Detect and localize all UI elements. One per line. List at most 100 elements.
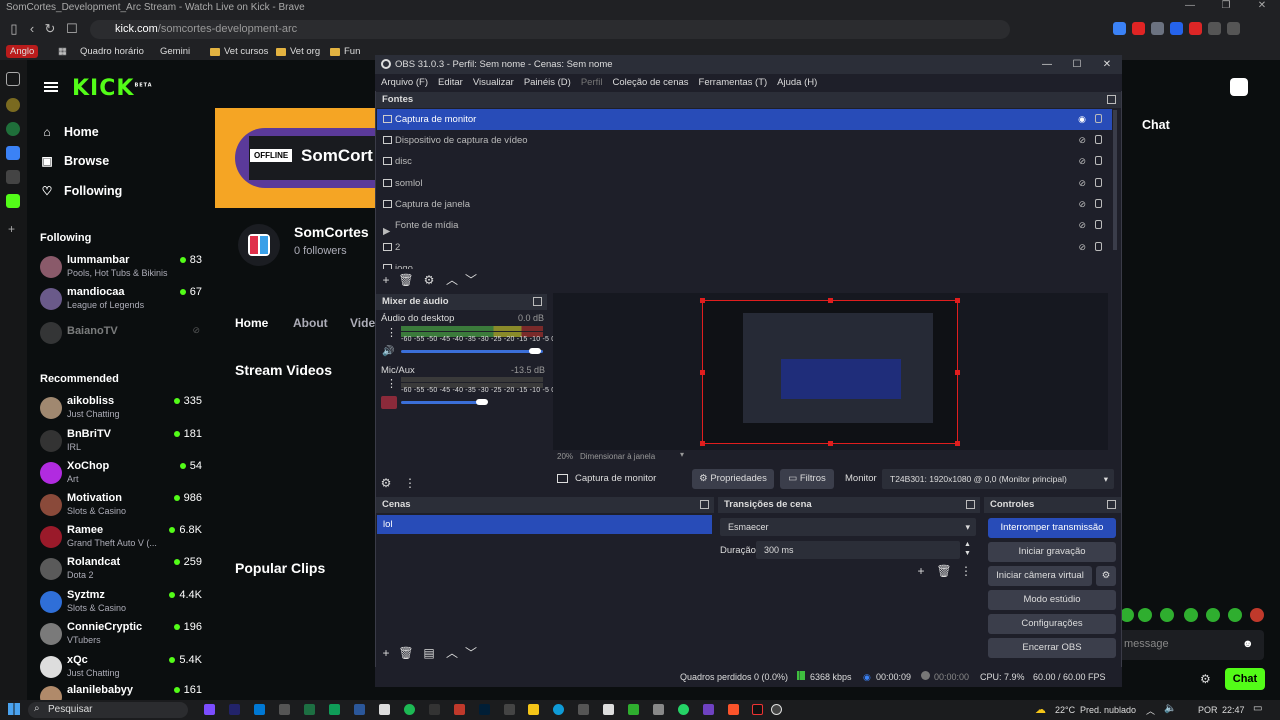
recommended-item[interactable]: aikobliss Just Chatting 335 [40, 395, 202, 425]
speaker-icon[interactable]: 🔊 [382, 346, 394, 357]
restore-icon[interactable]: ❐ [1208, 0, 1244, 16]
menu-visualizar[interactable]: Visualizar [473, 74, 514, 91]
notepad-icon[interactable] [379, 704, 390, 715]
move-down-icon[interactable]: ﹀ [463, 272, 479, 288]
bookmark-item[interactable]: Gemini [160, 45, 190, 58]
menu-ajuda[interactable]: Ajuda (H) [777, 74, 817, 91]
menu-arquivo[interactable]: Arquivo (F) [381, 74, 428, 91]
recommended-item[interactable]: BnBriTV IRL 181 [40, 428, 202, 458]
undock-icon[interactable] [1107, 500, 1116, 509]
lock-icon[interactable] [1095, 220, 1102, 229]
notification-icon[interactable]: ▭ [1253, 703, 1262, 714]
emote-icon[interactable] [1120, 608, 1134, 622]
whatsapp-icon[interactable] [678, 704, 689, 715]
app-icon[interactable] [578, 704, 589, 715]
clock[interactable]: 22:47 [1222, 705, 1245, 715]
sidebar-panel-icon[interactable] [6, 72, 20, 86]
app-icon[interactable] [628, 704, 639, 715]
minimize-icon[interactable]: — [1032, 55, 1062, 74]
add-transition-icon[interactable]: + [913, 563, 929, 579]
recommended-item[interactable]: xQc Just Chatting 5.4K [40, 654, 202, 684]
resize-handle[interactable] [955, 298, 960, 303]
source-item[interactable]: Captura de monitor ◉ [377, 109, 1112, 130]
minimize-icon[interactable]: — [1172, 0, 1208, 16]
sources-scrollbar[interactable] [1113, 110, 1117, 250]
undock-icon[interactable] [1107, 95, 1116, 104]
bookmark-item[interactable]: Vet org [276, 45, 320, 58]
spotify-icon[interactable] [404, 704, 415, 715]
emote-icon[interactable] [1228, 608, 1242, 622]
undock-icon[interactable] [533, 297, 542, 306]
back-icon[interactable]: ‹ [24, 21, 40, 37]
emote-icon[interactable] [1138, 608, 1152, 622]
menu-perfil[interactable]: Perfil [581, 74, 603, 91]
add-icon[interactable]: + [8, 222, 15, 236]
recommended-item[interactable]: Rolandcat Dota 2 259 [40, 556, 202, 586]
lock-icon[interactable] [1095, 199, 1102, 208]
reload-icon[interactable]: ↻ [42, 21, 58, 37]
app-icon[interactable] [6, 170, 20, 184]
close-icon[interactable]: ✕ [1092, 55, 1122, 74]
excel-icon[interactable] [304, 704, 315, 715]
extension-icon[interactable] [1151, 22, 1164, 35]
emote-icon[interactable] [1184, 608, 1198, 622]
app-icon[interactable] [279, 704, 290, 715]
outlook-icon[interactable] [254, 704, 265, 715]
bookmark-item[interactable]: Quadro horário [80, 45, 144, 58]
scene-filter-icon[interactable]: ▤ [421, 645, 437, 661]
app-icon[interactable] [653, 704, 664, 715]
nav-following[interactable]: ♡ Following [40, 184, 123, 198]
puzzle-icon[interactable] [1208, 22, 1221, 35]
resize-handle[interactable] [828, 441, 833, 446]
remove-scene-icon[interactable]: 🗑 [398, 645, 414, 661]
profile-badge[interactable]: Anglo [6, 45, 39, 58]
menu-icon[interactable] [1227, 22, 1240, 35]
properties-button[interactable]: ⚙ Propriedades [692, 469, 774, 489]
tab-home[interactable]: Home [235, 316, 268, 330]
resize-handle[interactable] [955, 441, 960, 446]
eye-hidden-icon[interactable]: ⊘ [1078, 215, 1086, 236]
stop-stream-button[interactable]: Interromper transmissão [988, 518, 1116, 538]
file-explorer-icon[interactable] [528, 704, 539, 715]
move-down-icon[interactable]: ﹀ [463, 645, 479, 661]
bookmark-item[interactable]: Fun [330, 45, 360, 58]
menu-editar[interactable]: Editar [438, 74, 463, 91]
exit-obs-button[interactable]: Encerrar OBS [988, 638, 1116, 658]
recommended-item[interactable]: Motivation Slots & Casino 986 [40, 492, 202, 522]
recommended-item[interactable]: Ramee Grand Theft Auto V (... 6.8K [40, 524, 202, 554]
edge-icon[interactable] [553, 704, 564, 715]
filters-button[interactable]: ▭ Filtros [780, 469, 834, 489]
brave-icon[interactable] [728, 704, 739, 715]
source-item[interactable]: disc ⊘ [377, 151, 1112, 172]
move-up-icon[interactable]: ︿ [444, 645, 460, 661]
tray-chevron-icon[interactable]: ︿ [1146, 704, 1155, 717]
volume-slider[interactable] [401, 401, 481, 404]
following-item[interactable]: mandiocaa League of Legends 67 [40, 286, 202, 316]
extension-icon[interactable] [1170, 22, 1183, 35]
source-item[interactable]: Dispositivo de captura de vídeo ⊘ [377, 130, 1112, 151]
virtual-camera-settings-icon[interactable]: ⚙ [1096, 566, 1116, 586]
bookmark-item[interactable]: Vet cursos [210, 45, 268, 58]
start-recording-button[interactable]: Iniciar gravação [988, 542, 1116, 562]
mixer-more-icon[interactable]: ⋮ [402, 475, 418, 491]
photoshop-icon[interactable] [479, 704, 490, 715]
volume-knob[interactable] [529, 348, 541, 354]
transition-more-icon[interactable]: ⋮ [958, 563, 974, 579]
transition-select[interactable]: Esmaecer ▾ [720, 518, 976, 536]
menu-ferramentas[interactable]: Ferramentas (T) [699, 74, 768, 91]
close-icon[interactable]: ✕ [1244, 0, 1280, 16]
app-icon[interactable] [752, 704, 763, 715]
undock-icon[interactable] [700, 500, 709, 509]
volume-slider[interactable] [401, 350, 543, 353]
eye-hidden-icon[interactable]: ⊘ [1078, 130, 1086, 151]
app-icon[interactable] [229, 704, 240, 715]
nav-home[interactable]: ⌂ Home [40, 125, 98, 139]
user-avatar[interactable] [1230, 78, 1248, 96]
add-scene-icon[interactable]: + [378, 645, 394, 661]
eye-hidden-icon[interactable]: ⊘ [1078, 173, 1086, 194]
maximize-icon[interactable]: ☐ [1062, 55, 1092, 74]
emote-icon[interactable] [1160, 608, 1174, 622]
emote-icon[interactable] [1206, 608, 1220, 622]
chat-settings-icon[interactable]: ⚙ [1200, 672, 1211, 686]
kick-icon[interactable] [6, 194, 20, 208]
